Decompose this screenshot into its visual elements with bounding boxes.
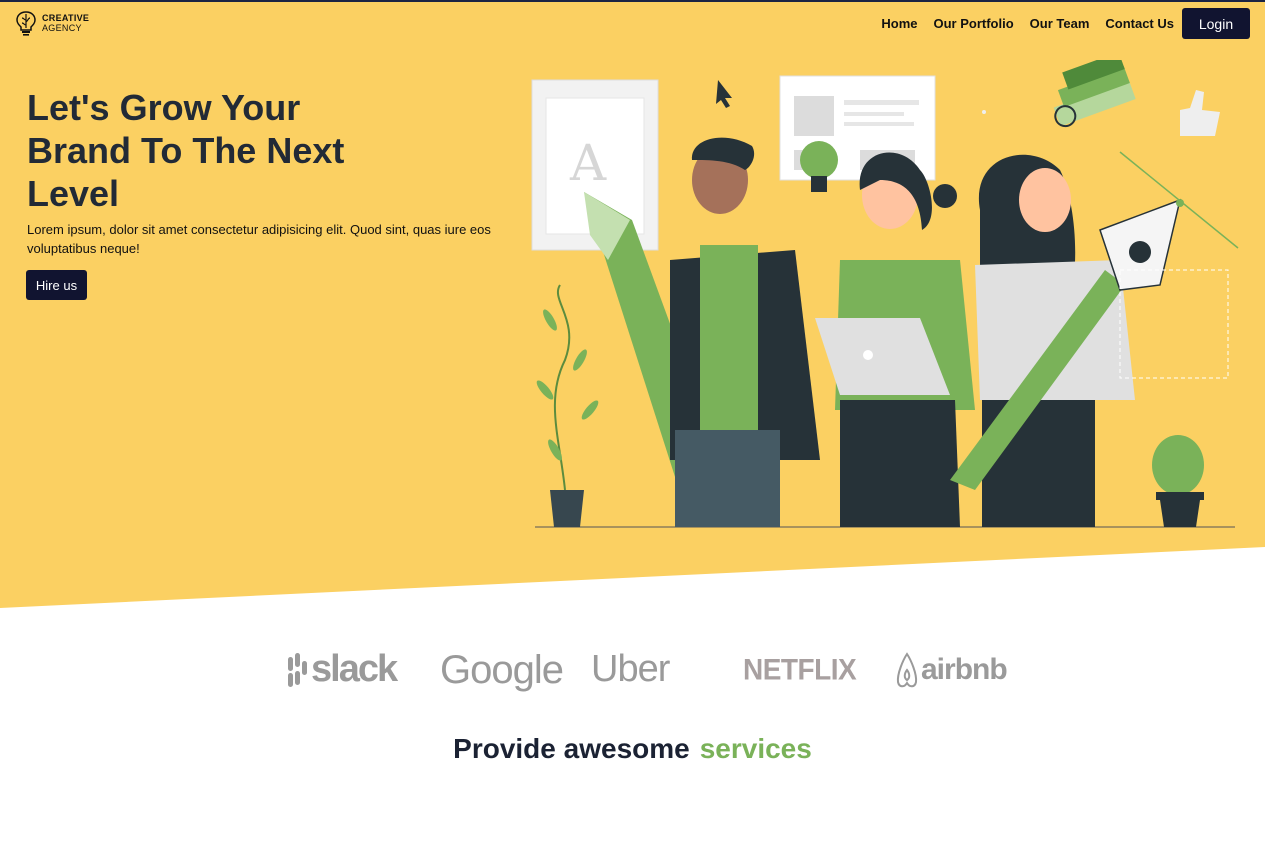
logo-airbnb: airbnb bbox=[895, 650, 1008, 690]
man-illustration bbox=[670, 137, 820, 527]
hero-illustration: A bbox=[531, 60, 1239, 528]
login-button[interactable]: Login bbox=[1182, 8, 1250, 39]
plant-illustration bbox=[536, 284, 599, 527]
services-heading-accent: services bbox=[699, 733, 812, 764]
nav-contact-us[interactable]: Contact Us bbox=[1105, 14, 1174, 34]
nav-our-portfolio[interactable]: Our Portfolio bbox=[933, 14, 1013, 34]
logo-uber: Uber bbox=[591, 648, 670, 690]
hero-description: Lorem ipsum, dolor sit amet consectetur … bbox=[27, 222, 491, 256]
thumbs-up-icon bbox=[1180, 90, 1220, 136]
logo-slack-text: slack bbox=[311, 648, 398, 690]
hire-us-button[interactable]: Hire us bbox=[26, 270, 87, 300]
woman-laptop-illustration bbox=[815, 152, 975, 527]
svg-text:A: A bbox=[569, 134, 607, 192]
color-swatch-icon bbox=[1053, 60, 1136, 128]
services-heading-part1: Provide awesome bbox=[453, 733, 690, 764]
hero-title: Let's Grow Your Brand To The Next Level bbox=[27, 87, 345, 214]
cactus-illustration bbox=[1152, 435, 1204, 527]
logo-google: Google bbox=[440, 648, 564, 692]
top-border bbox=[0, 0, 1265, 2]
brand-name-line2: AGENCY bbox=[42, 23, 82, 33]
nav-home[interactable]: Home bbox=[881, 14, 917, 34]
lightbulb-icon bbox=[800, 141, 838, 192]
main-nav: Home Our Portfolio Our Team Contact Us L… bbox=[881, 8, 1250, 39]
brand-logo[interactable]: CREATIVE AGENCY bbox=[14, 10, 89, 36]
logo-netflix: NETFLIX bbox=[743, 653, 857, 686]
brand-name-line1: CREATIVE bbox=[42, 13, 90, 23]
client-logos: slack Google Uber NETFLIX airbnb bbox=[0, 640, 1265, 700]
slack-hash-icon bbox=[288, 652, 307, 687]
logo-airbnb-text: airbnb bbox=[921, 653, 1008, 686]
nav-our-team[interactable]: Our Team bbox=[1030, 14, 1090, 34]
services-heading: Provide awesome services bbox=[0, 733, 1265, 765]
logo-slack: slack bbox=[287, 648, 398, 691]
lightbulb-brain-icon bbox=[16, 11, 36, 36]
airbnb-icon bbox=[896, 652, 918, 688]
cursor-icon bbox=[716, 80, 732, 108]
